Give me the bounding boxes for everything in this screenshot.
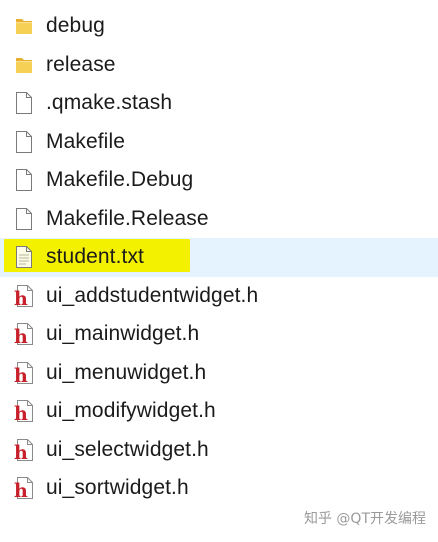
svg-text:h: h [14,288,28,308]
file-item-ui-sortwidget-h[interactable]: h ui_sortwidget.h [0,469,438,508]
file-icon [14,207,34,231]
header-file-icon: h [14,399,34,423]
file-name: Makefile.Debug [46,168,194,192]
file-item-student-txt[interactable]: student.txt [0,238,438,277]
file-item-makefile[interactable]: Makefile [0,123,438,162]
svg-text:h: h [14,403,28,423]
file-icon [14,168,34,192]
file-item-ui-mainwidget-h[interactable]: h ui_mainwidget.h [0,315,438,354]
svg-text:h: h [14,480,28,500]
file-name: student.txt [46,245,144,269]
file-item-ui-modifywidget-h[interactable]: h ui_modifywidget.h [0,392,438,431]
file-item-release[interactable]: release [0,46,438,85]
file-name: debug [46,14,105,38]
file-item-makefile-debug[interactable]: Makefile.Debug [0,161,438,200]
file-item-qmake-stash[interactable]: .qmake.stash [0,84,438,123]
svg-text:h: h [14,326,28,346]
svg-text:h: h [14,442,28,462]
watermark: 知乎 @QT开发编程 [303,511,426,527]
file-name: ui_selectwidget.h [46,437,209,461]
file-item-ui-addstudentwidget-h[interactable]: h ui_addstudentwidget.h [0,277,438,316]
folder-icon [14,14,34,38]
file-name: release [46,52,116,76]
file-name: ui_menuwidget.h [46,360,207,384]
text-file-icon [14,245,34,269]
file-name: ui_sortwidget.h [46,476,189,500]
file-item-debug[interactable]: debug [0,7,438,46]
header-file-icon: h [14,438,34,462]
file-item-ui-selectwidget-h[interactable]: h ui_selectwidget.h [0,431,438,470]
header-file-icon: h [14,322,34,346]
header-file-icon: h [14,476,34,500]
file-item-ui-menuwidget-h[interactable]: h ui_menuwidget.h [0,354,438,393]
header-file-icon: h [14,361,34,385]
file-item-makefile-release[interactable]: Makefile.Release [0,200,438,239]
file-name: Makefile.Release [46,206,209,230]
folder-icon [14,53,34,77]
file-name: ui_mainwidget.h [46,322,200,346]
file-name: .qmake.stash [46,91,173,115]
header-file-icon: h [14,284,34,308]
file-name: ui_addstudentwidget.h [46,283,259,307]
svg-text:h: h [14,365,28,385]
file-icon [14,91,34,115]
file-name: Makefile [46,129,125,153]
file-name: ui_modifywidget.h [46,399,216,423]
file-list: debug release .qmake.stash Makefile Makefile… [0,7,438,508]
file-icon [14,130,34,154]
